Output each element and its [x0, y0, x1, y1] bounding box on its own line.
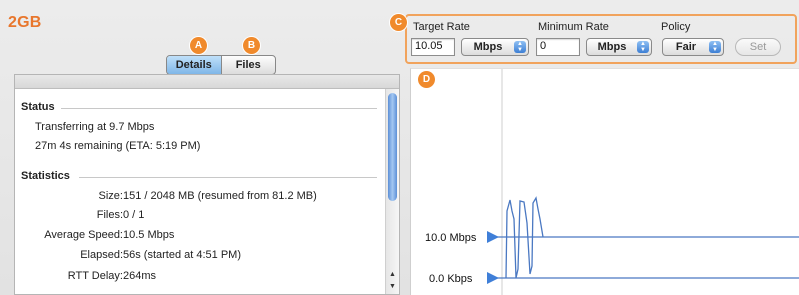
stat-label-average-speed: Average Speed: [44, 229, 123, 241]
scrollbar-thumb[interactable] [388, 93, 397, 201]
stat-value-files: 0 / 1 [123, 209, 145, 221]
target-unit-value: Mbps [473, 41, 503, 53]
minimum-rate-input[interactable]: 0 [536, 38, 580, 56]
stat-value-elapsed: 56s (started at 4:51 PM) [123, 249, 241, 261]
up-down-stepper-icon: ▲ ▼ [514, 41, 526, 53]
minimum-unit-value: Mbps [597, 41, 627, 53]
callout-c-badge: C [390, 14, 407, 31]
scroll-up-arrow-icon[interactable]: ▲ [387, 269, 398, 280]
callout-d-badge: D [418, 71, 435, 88]
status-heading: Status [21, 101, 55, 113]
set-button[interactable]: Set [735, 38, 781, 56]
callout-b-badge: B [243, 37, 260, 54]
minimum-rate-marker-icon[interactable] [487, 272, 499, 284]
stat-label-rtt-delay: RTT Delay: [67, 270, 123, 282]
target-unit-select[interactable]: Mbps ▲ ▼ [461, 38, 529, 56]
transfer-rate-graph: 10.0 Mbps 0.0 Kbps [410, 68, 799, 295]
scroll-down-arrow-icon[interactable]: ▼ [387, 281, 398, 292]
details-scrollbar[interactable]: ▲ ▼ [385, 89, 399, 294]
tab-files[interactable]: Files [222, 56, 276, 74]
stat-value-size: 151 / 2048 MB (resumed from 81.2 MB) [123, 190, 317, 202]
stat-label-size: Size: [98, 190, 123, 202]
section-divider [61, 108, 377, 109]
policy-label: Policy [661, 21, 691, 33]
stat-value-rtt-delay: 264ms [123, 270, 157, 282]
callout-a-badge: A [190, 37, 207, 54]
minimum-unit-select[interactable]: Mbps ▲ ▼ [586, 38, 652, 56]
target-rate-marker-icon[interactable] [487, 231, 499, 243]
up-down-stepper-icon: ▲ ▼ [709, 41, 721, 53]
actual-rate-trace [505, 196, 544, 279]
stat-value-average-speed: 10.5 Mbps [123, 229, 175, 241]
y-label-target: 10.0 Mbps [425, 232, 477, 244]
y-label-baseline: 0.0 Kbps [429, 273, 473, 285]
policy-value: Fair [675, 41, 697, 53]
minimum-rate-label: Minimum Rate [538, 21, 609, 33]
panel-header-bar [15, 75, 399, 89]
up-down-stepper-icon: ▲ ▼ [637, 41, 649, 53]
status-transfer-rate: Transferring at 9.7 Mbps [35, 121, 155, 133]
policy-select[interactable]: Fair ▲ ▼ [662, 38, 724, 56]
details-panel: Status Transferring at 9.7 Mbps 27m 4s r… [14, 74, 400, 295]
section-divider [79, 177, 377, 178]
stat-label-files: Files: [96, 209, 123, 221]
details-content: Status Transferring at 9.7 Mbps 27m 4s r… [15, 89, 385, 294]
status-remaining-time: 27m 4s remaining (ETA: 5:19 PM) [35, 140, 201, 152]
rate-controls-box: Target Rate Minimum Rate Policy 10.05 Mb… [405, 14, 797, 64]
target-rate-label: Target Rate [413, 21, 470, 33]
stat-label-elapsed: Elapsed: [80, 249, 123, 261]
details-files-segmented-control[interactable]: Details Files [166, 55, 276, 75]
rate-graph-svg [487, 69, 799, 295]
statistics-heading: Statistics [21, 170, 70, 182]
target-rate-input[interactable]: 10.05 [411, 38, 455, 56]
tab-details[interactable]: Details [167, 56, 222, 74]
transfer-title: 2GB [8, 14, 42, 31]
